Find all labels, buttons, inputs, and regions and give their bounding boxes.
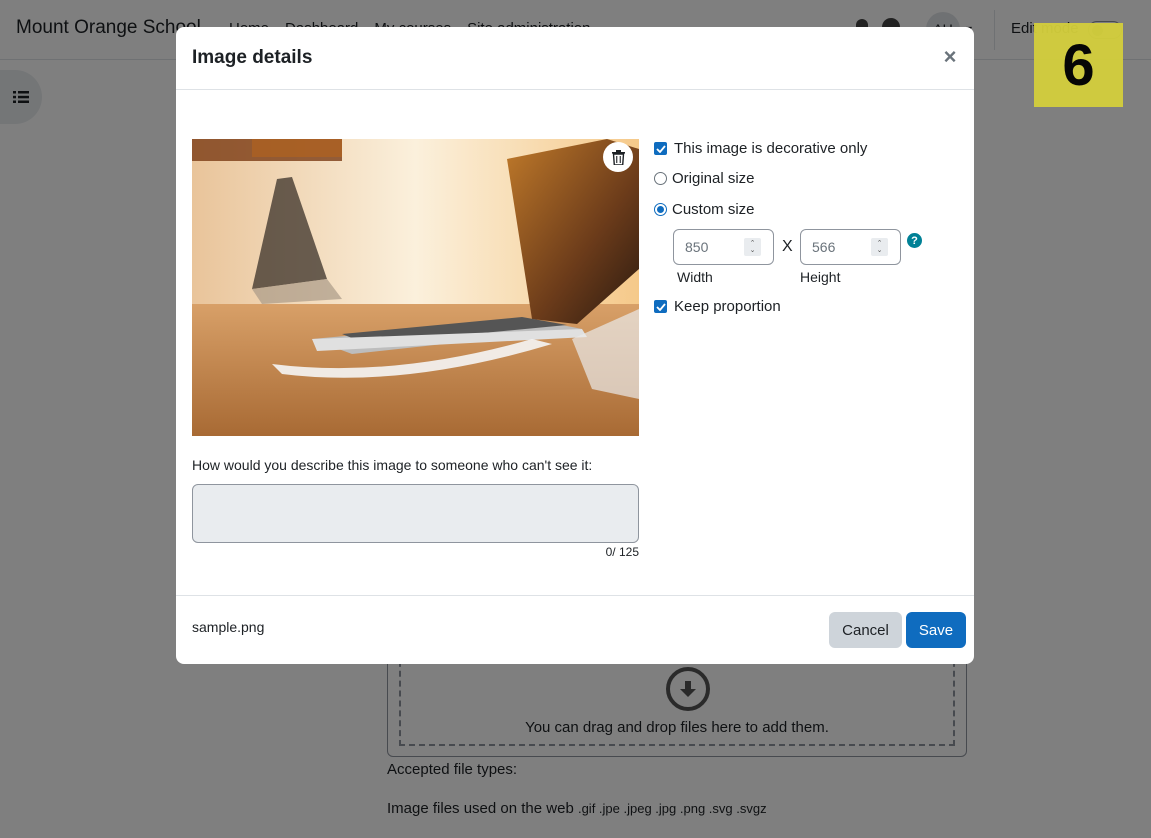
custom-size-option[interactable]: Custom size	[654, 201, 755, 218]
decorative-option[interactable]: This image is decorative only	[654, 140, 867, 157]
description-label: How would you describe this image to som…	[192, 457, 593, 473]
check-icon	[655, 302, 666, 311]
custom-size-label: Custom size	[672, 201, 755, 218]
height-input[interactable]: 566 ⌃ ⌄	[800, 229, 901, 265]
decorative-label: This image is decorative only	[674, 140, 868, 157]
original-size-label: Original size	[672, 170, 755, 187]
image-preview	[192, 139, 639, 436]
filename: sample.png	[192, 619, 265, 635]
laptop-photo	[192, 139, 639, 436]
trash-icon	[611, 149, 625, 165]
image-details-modal: Image details × This image is decorative…	[176, 27, 974, 664]
width-label: Width	[677, 269, 713, 285]
keep-proportion-label: Keep proportion	[674, 298, 781, 315]
dimension-separator: X	[782, 238, 793, 255]
width-stepper[interactable]: ⌃ ⌄	[744, 238, 761, 256]
save-button[interactable]: Save	[906, 612, 966, 648]
check-icon	[655, 144, 666, 153]
character-count: 0/ 125	[605, 545, 639, 559]
original-size-radio[interactable]	[654, 172, 667, 185]
original-size-option[interactable]: Original size	[654, 170, 755, 187]
keep-proportion-option[interactable]: Keep proportion	[654, 298, 781, 315]
height-label: Height	[800, 269, 841, 285]
description-textarea[interactable]	[192, 484, 639, 543]
width-value: 850	[685, 239, 709, 255]
modal-footer: sample.png Cancel Save	[176, 595, 974, 664]
width-input[interactable]: 850 ⌃ ⌄	[673, 229, 774, 265]
keep-proportion-checkbox[interactable]	[654, 300, 667, 313]
delete-image-button[interactable]	[603, 142, 633, 172]
modal-header: Image details ×	[176, 27, 974, 90]
cancel-button[interactable]: Cancel	[829, 612, 902, 648]
decorative-checkbox[interactable]	[654, 142, 667, 155]
height-value: 566	[812, 239, 836, 255]
height-stepper[interactable]: ⌃ ⌄	[871, 238, 888, 256]
modal-title: Image details	[192, 47, 313, 68]
custom-size-radio[interactable]	[654, 203, 667, 216]
help-icon[interactable]: ?	[907, 233, 922, 248]
step-badge: 6	[1034, 23, 1123, 107]
close-icon[interactable]: ×	[940, 46, 960, 70]
